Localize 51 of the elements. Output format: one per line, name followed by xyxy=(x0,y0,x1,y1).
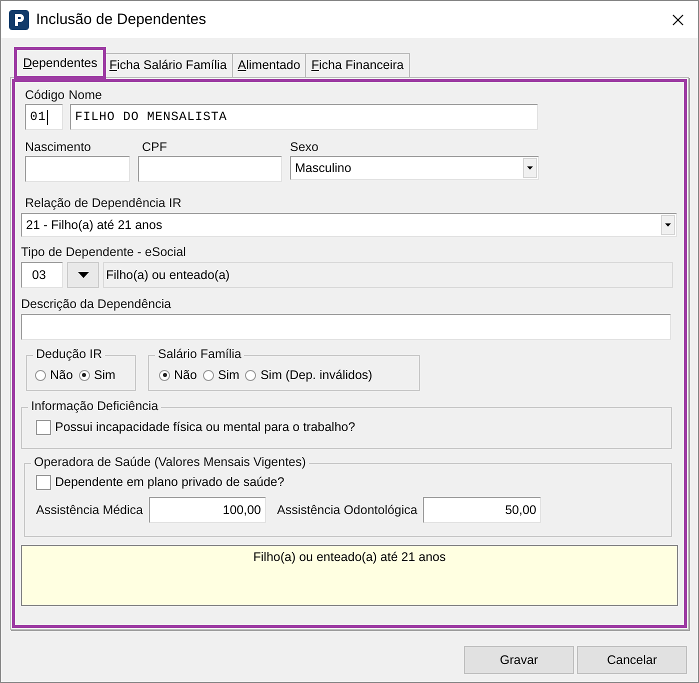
tab[interactable]: Ficha Financeira xyxy=(305,53,410,77)
radio-button[interactable] xyxy=(35,370,46,380)
amount-field[interactable]: 100,00 xyxy=(149,496,266,522)
caret-icon xyxy=(527,166,533,170)
radio-button[interactable] xyxy=(159,370,170,380)
description-field[interactable] xyxy=(21,314,671,340)
dialog-button[interactable]: Gravar xyxy=(464,646,574,674)
caret-icon xyxy=(78,272,88,278)
radio-label[interactable]: Sim xyxy=(94,368,116,382)
code-field[interactable]: 01 xyxy=(25,104,63,130)
name-field[interactable]: FILHO DO MENSALISTA xyxy=(70,104,538,130)
group-title: Informação Deficiência xyxy=(28,398,162,412)
type-code-field[interactable]: 03 xyxy=(21,262,63,288)
field-label: Descrição da Dependência xyxy=(21,297,172,311)
tab[interactable]: Dependentes xyxy=(16,49,104,77)
radio-label[interactable]: Sim xyxy=(218,368,240,382)
radio-button[interactable] xyxy=(78,370,90,380)
dependency-dropdown[interactable]: 21 - Filho(a) até 21 anos xyxy=(21,213,677,237)
field-label: Tipo de Dependente - eSocial xyxy=(21,245,187,259)
radio-label[interactable]: Não xyxy=(174,368,197,382)
checkbox[interactable] xyxy=(36,420,51,434)
app-logo-icon xyxy=(9,10,29,30)
dialog-button[interactable]: Cancelar xyxy=(577,646,687,674)
amount-field[interactable]: 50,00 xyxy=(423,496,542,522)
field-label: CPF xyxy=(142,140,168,154)
date-field[interactable] xyxy=(25,156,130,182)
field-label: Nascimento xyxy=(25,140,92,154)
cpf-field[interactable] xyxy=(138,156,282,182)
field-label: Código xyxy=(25,88,65,102)
type-description-field: Filho(a) ou enteado(a) xyxy=(103,262,673,288)
group-title: Salário Família xyxy=(155,347,244,361)
radio-label[interactable]: Não xyxy=(50,368,73,382)
dropdown-button[interactable] xyxy=(67,262,99,288)
info-text: Filho(a) ou enteado(a) até 21 anos xyxy=(253,550,446,564)
group-title: Operadora de Saúde (Valores Mensais Vigentes) xyxy=(31,454,309,468)
checkbox[interactable] xyxy=(36,474,51,490)
radio-button[interactable] xyxy=(202,370,214,380)
gender-dropdown[interactable]: Masculino xyxy=(290,156,539,180)
window-title: Inclusão de Dependentes xyxy=(36,11,206,28)
field-label: Assistência Odontológica xyxy=(277,502,418,516)
field-label: Relação de Dependência IR xyxy=(25,196,182,210)
checkbox-label[interactable]: Dependente em plano privado de saúde? xyxy=(55,475,284,489)
caret-icon xyxy=(665,223,671,227)
close-icon xyxy=(672,14,684,26)
radio-button[interactable] xyxy=(245,370,256,380)
field-label: Nome xyxy=(68,88,102,102)
field-label: Sexo xyxy=(290,140,320,154)
checkbox-label[interactable]: Possui incapacidade física ou mental para o trabalho? xyxy=(55,420,356,434)
field-label: Assistência Médica xyxy=(36,502,143,516)
radio-label[interactable]: Sim (Dep. inválidos) xyxy=(260,368,372,382)
group-title: Dedução IR xyxy=(33,347,106,361)
